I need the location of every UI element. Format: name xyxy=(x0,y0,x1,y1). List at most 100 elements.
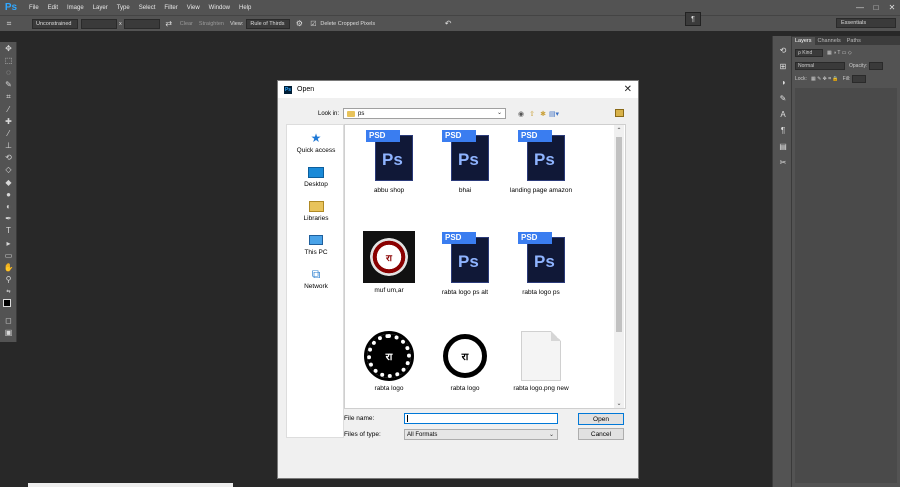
eraser-tool-icon[interactable]: ◇ xyxy=(0,164,17,176)
scroll-up-icon[interactable]: ⌃ xyxy=(614,125,624,135)
workspace-select[interactable]: Essentials xyxy=(836,18,896,28)
crop-tool-icon[interactable]: ⌗ xyxy=(4,19,14,29)
eyedropper-tool-icon[interactable]: ⁄ xyxy=(0,103,17,115)
file-type-select[interactable]: All Formats ⌄ xyxy=(404,429,558,440)
open-button[interactable]: Open xyxy=(578,413,624,425)
dodge-tool-icon[interactable]: ◐ xyxy=(0,200,17,212)
place-desktop[interactable]: Desktop xyxy=(287,161,345,195)
menu-help[interactable]: Help xyxy=(239,5,251,11)
menu-view[interactable]: View xyxy=(187,5,200,11)
menu-type[interactable]: Type xyxy=(117,5,130,11)
filter-icons[interactable]: ▦ ◑ T ▭ ◇ xyxy=(827,50,852,56)
close-window-button[interactable]: ✕ xyxy=(884,0,900,14)
look-in-select[interactable]: ps ⌄ xyxy=(343,108,507,119)
view-menu-icon[interactable]: ▤▾ xyxy=(549,109,559,118)
menu-file[interactable]: File xyxy=(29,5,39,11)
menu-filter[interactable]: Filter xyxy=(164,5,177,11)
swatches-icon[interactable]: ▤ xyxy=(773,138,793,154)
healing-tool-icon[interactable]: ✚ xyxy=(0,115,17,127)
new-folder-icon[interactable]: ✱ xyxy=(538,109,548,118)
blur-tool-icon[interactable]: ● xyxy=(0,188,17,200)
gear-icon[interactable]: ⚙ xyxy=(294,19,304,29)
fill-input[interactable] xyxy=(852,74,867,83)
swap-colors-icon[interactable]: ⇆ xyxy=(0,286,17,298)
file-item[interactable]: रा rabta logo xyxy=(425,331,505,411)
file-item[interactable]: Ps PSD bhai xyxy=(425,127,505,207)
file-item[interactable]: रा muf um,ar xyxy=(349,231,429,311)
folder-options-icon[interactable] xyxy=(615,109,624,117)
type-tool-icon[interactable]: T xyxy=(0,225,17,237)
height-input[interactable] xyxy=(123,18,160,29)
place-this-pc[interactable]: This PC xyxy=(287,229,345,263)
reset-icon[interactable]: ↶ xyxy=(443,19,453,29)
brush-panel-icon[interactable]: ✎ xyxy=(773,90,793,106)
panel-toggle-button[interactable]: ¶ xyxy=(685,12,701,26)
vertical-scrollbar[interactable]: ⌃ ⌄ xyxy=(614,125,624,408)
scroll-down-icon[interactable]: ⌄ xyxy=(614,398,624,408)
menu-select[interactable]: Select xyxy=(139,5,156,11)
file-item[interactable]: Ps PSD rabta logo ps alt xyxy=(425,229,505,309)
zoom-tool-icon[interactable]: ⚲ xyxy=(0,274,17,286)
scroll-thumb[interactable] xyxy=(616,137,622,332)
opacity-input[interactable] xyxy=(869,61,884,70)
file-item[interactable]: Ps PSD abbu shop xyxy=(349,127,429,207)
ratio-select[interactable]: Unconstrained xyxy=(32,18,78,29)
shape-tool-icon[interactable]: ▭ xyxy=(0,249,17,261)
tools-preset-icon[interactable]: ✂ xyxy=(773,154,793,170)
menu-window[interactable]: Window xyxy=(209,5,230,11)
file-item[interactable]: रा rabta logo xyxy=(349,331,429,411)
back-icon[interactable]: ◉ xyxy=(516,109,526,118)
crop-tool-icon[interactable]: ⌗ xyxy=(0,91,17,103)
stamp-tool-icon[interactable]: ⊥ xyxy=(0,140,17,152)
paragraph-icon[interactable]: ¶ xyxy=(773,122,793,138)
history-brush-tool-icon[interactable]: ⟲ xyxy=(0,152,17,164)
lock-icons[interactable]: ▦ ✎ ✥ ⌗ 🔒 xyxy=(811,76,839,82)
adjustments-icon[interactable]: ◑ xyxy=(773,74,793,90)
kind-filter-select[interactable]: ρ Kind xyxy=(795,48,823,57)
place-quick-access[interactable]: ★ Quick access xyxy=(287,127,345,161)
marquee-tool-icon[interactable]: ⬚ xyxy=(0,54,17,66)
character-icon[interactable]: A xyxy=(773,106,793,122)
history-icon[interactable]: ⟲ xyxy=(773,42,793,58)
cancel-button[interactable]: Cancel xyxy=(578,428,624,440)
screen-mode-icon[interactable]: ▣ xyxy=(0,326,17,338)
width-input[interactable] xyxy=(81,18,117,29)
minimize-button[interactable]: — xyxy=(852,0,868,14)
properties-icon[interactable]: ⊞ xyxy=(773,58,793,74)
path-select-tool-icon[interactable]: ▸ xyxy=(0,237,17,249)
foreground-color[interactable] xyxy=(3,298,11,307)
menu-image[interactable]: Image xyxy=(67,5,84,11)
tab-channels[interactable]: Channels xyxy=(815,37,844,45)
lock-label: Lock: xyxy=(795,75,807,82)
menu-edit[interactable]: Edit xyxy=(48,5,58,11)
view-select[interactable]: Rule of Thirds xyxy=(246,18,291,29)
pen-tool-icon[interactable]: ✒ xyxy=(0,213,17,225)
quick-select-tool-icon[interactable]: ✎ xyxy=(0,79,17,91)
text-caret xyxy=(407,415,408,422)
place-libraries[interactable]: Libraries xyxy=(287,195,345,229)
hand-tool-icon[interactable]: ✋ xyxy=(0,261,17,273)
brush-tool-icon[interactable]: ⁄ xyxy=(0,127,17,139)
menu-layer[interactable]: Layer xyxy=(93,5,108,11)
move-tool-icon[interactable]: ✥ xyxy=(0,42,17,54)
clear-button[interactable]: Clear xyxy=(180,21,193,27)
tab-paths[interactable]: Paths xyxy=(844,37,864,45)
quick-mask-icon[interactable]: ◻ xyxy=(0,314,17,326)
psd-file-icon: Ps PSD xyxy=(515,229,567,285)
checkbox-icon[interactable]: ☑ xyxy=(308,19,318,29)
color-swatches[interactable] xyxy=(0,298,16,314)
straighten-button[interactable]: Straighten xyxy=(199,21,224,27)
blend-mode-select[interactable]: Normal xyxy=(795,61,845,70)
place-network[interactable]: ⧉ Network xyxy=(287,263,345,297)
file-item[interactable]: Ps PSD rabta logo ps xyxy=(501,229,581,309)
file-item[interactable]: rabta logo.png new xyxy=(501,331,581,411)
lasso-tool-icon[interactable]: ◌ xyxy=(0,66,17,78)
swap-icon[interactable]: ⇄ xyxy=(164,19,174,29)
tab-layers[interactable]: Layers xyxy=(792,37,815,45)
dialog-close-icon[interactable]: ✕ xyxy=(624,84,632,95)
maximize-button[interactable]: □ xyxy=(868,0,884,14)
up-folder-icon[interactable]: ⇧ xyxy=(527,109,537,118)
paint-bucket-tool-icon[interactable]: ◆ xyxy=(0,176,17,188)
file-name-input[interactable] xyxy=(404,413,558,424)
file-item[interactable]: Ps PSD landing page amazon xyxy=(501,127,581,207)
